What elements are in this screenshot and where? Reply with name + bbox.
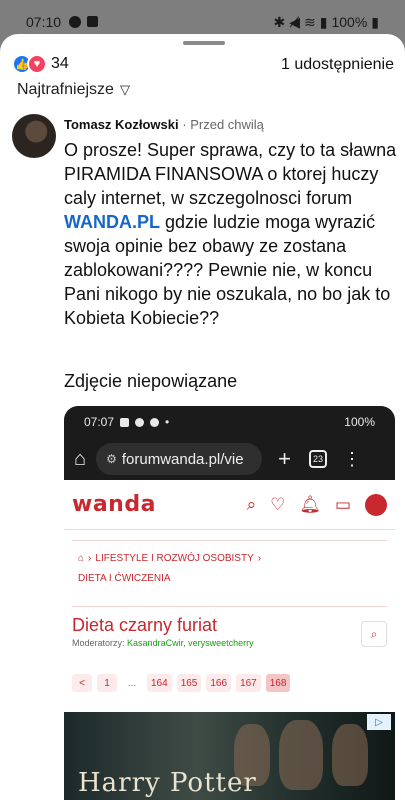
ad-figure xyxy=(332,724,368,786)
bluetooth-icon: ✱ xyxy=(273,13,286,30)
ad-banner: Harry Potter ▷ xyxy=(64,712,395,800)
breadcrumb-item: DIETA I ĆWICZENIA xyxy=(78,573,171,584)
shares-count[interactable]: 1 udostępnienie xyxy=(281,56,394,74)
forum-header: wanda ⌕ ♡ 🔔︎ ▭ xyxy=(64,480,395,530)
wifi-icon: ≋ xyxy=(304,13,316,30)
chat-icon: ▭ xyxy=(334,494,351,514)
chevron-down-icon: ▽ xyxy=(119,82,130,97)
home-icon: ⌂ xyxy=(78,553,85,564)
comment-header: Tomasz Kozłowski · Przed chwilą xyxy=(64,117,264,132)
attached-screenshot[interactable]: 07:07 • 100% ⌂ ⚙ forumwanda.pl/vie + 23 … xyxy=(64,406,395,800)
pagination: < 1 ... 164 165 166 167 168 xyxy=(72,674,291,692)
avatar[interactable] xyxy=(12,114,56,158)
signal-icon: ▮ xyxy=(319,13,328,30)
battery-level: 100% xyxy=(331,14,368,30)
comment-text-part: O prosze! Super sprawa, czy to ta sławna… xyxy=(64,140,397,208)
separator: · xyxy=(182,117,187,132)
site-settings-icon: ⚙ xyxy=(106,452,117,466)
inner-dot-icon: • xyxy=(165,415,170,429)
comments-sheet: 👍 ♥ 34 1 udostępnienie Najtrafniejsze ▽ … xyxy=(0,34,405,800)
gallery-icon xyxy=(87,16,99,27)
search-icon: ⌕ xyxy=(246,494,257,514)
mute-icon: ◀̸ xyxy=(289,13,301,30)
ad-figure xyxy=(279,720,323,790)
topic-header: Dieta czarny furiat Moderatorzy: Kasandr… xyxy=(72,606,387,648)
love-reaction-icon: ♥ xyxy=(27,54,47,74)
sort-label: Najtrafniejsze xyxy=(17,81,114,98)
page-prev: < xyxy=(72,674,92,692)
inner-clock: 07:07 xyxy=(84,415,115,429)
forum-page: wanda ⌕ ♡ 🔔︎ ▭ ⌂ › LIFESTYLE I ROZWÓJ OSOB… xyxy=(64,480,395,800)
bell-icon: 🔔︎ xyxy=(299,494,321,514)
heart-icon: ♡ xyxy=(270,494,286,514)
browser-toolbar: ⌂ ⚙ forumwanda.pl/vie + 23 ⋮ xyxy=(64,438,395,480)
moderators-label: Moderatorzy: xyxy=(72,638,125,648)
new-tab-icon: + xyxy=(278,446,291,471)
author-name[interactable]: Tomasz Kozłowski xyxy=(64,117,179,132)
breadcrumb-separator: › xyxy=(88,553,92,564)
inner-messenger-icon xyxy=(150,417,160,427)
sort-dropdown[interactable]: Najtrafniejsze ▽ xyxy=(17,81,130,99)
user-icon xyxy=(365,493,387,516)
menu-icon: ⋮ xyxy=(342,448,361,469)
ad-choices-icon: ▷ xyxy=(367,714,391,730)
home-icon: ⌂ xyxy=(74,447,87,470)
reaction-count: 34 xyxy=(51,55,69,72)
url-text: forumwanda.pl/vie xyxy=(121,450,244,468)
clock: 07:10 xyxy=(26,14,62,30)
page-link: 166 xyxy=(206,674,232,692)
tab-switcher: 23 xyxy=(308,450,327,468)
inner-status-bar: 07:07 • 100% xyxy=(64,406,395,438)
sheet-drag-handle[interactable] xyxy=(183,41,225,45)
moderators-names: KasandraCwir, verysweetcherry xyxy=(127,638,254,648)
breadcrumb: ⌂ › LIFESTYLE I ROZWÓJ OSOBISTY › DIETA I Ć… xyxy=(72,540,387,595)
inner-gallery-icon xyxy=(120,417,130,427)
comment-time: Przed chwilą xyxy=(190,117,264,132)
breadcrumb-separator: › xyxy=(257,553,262,564)
reactions-summary[interactable]: 👍 ♥ 34 xyxy=(12,54,69,74)
forum-logo: wanda xyxy=(72,492,156,517)
page-link: 165 xyxy=(176,674,202,692)
messenger-icon xyxy=(69,16,82,28)
forum-header-icons: ⌕ ♡ 🔔︎ ▭ xyxy=(246,493,387,516)
address-bar: ⚙ forumwanda.pl/vie xyxy=(96,443,263,475)
page-current: 168 xyxy=(265,674,291,692)
ad-title: Harry Potter xyxy=(78,768,257,798)
image-caption: Zdjęcie niepowiązane xyxy=(64,371,238,391)
page-link: 1 xyxy=(97,674,117,692)
link-wanda[interactable]: WANDA.PL xyxy=(64,212,160,232)
moderators: Moderatorzy: KasandraCwir, verysweetcher… xyxy=(72,638,387,648)
page-link: 164 xyxy=(147,674,172,692)
notification-icons xyxy=(69,16,99,28)
inner-battery-level: 100% xyxy=(344,415,375,429)
topic-search-icon: ⌕ xyxy=(361,621,387,647)
page-ellipsis: ... xyxy=(127,677,137,689)
inner-messenger-icon xyxy=(135,417,145,427)
battery-icon: ▮ xyxy=(371,13,379,30)
page-link: 167 xyxy=(236,674,261,692)
system-icons: ✱ ◀̸ ≋ ▮ 100% ▮ xyxy=(274,14,380,31)
comment-text: O prosze! Super sprawa, czy to ta sławna… xyxy=(64,138,399,330)
breadcrumb-item: LIFESTYLE I ROZWÓJ OSOBISTY xyxy=(95,553,254,564)
topic-title: Dieta czarny furiat xyxy=(72,615,218,635)
